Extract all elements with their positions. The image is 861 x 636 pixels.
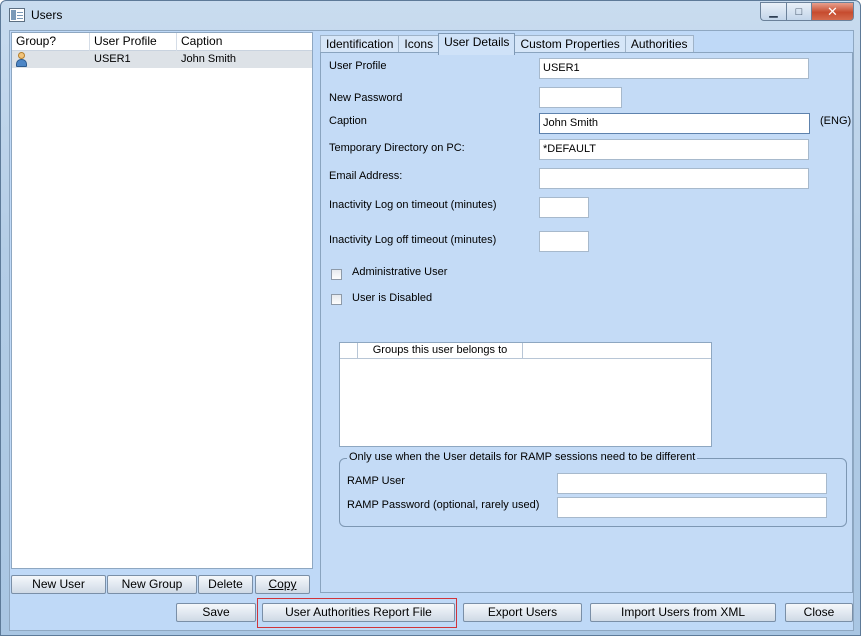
close-icon: ✕ [827, 3, 838, 19]
email-label: Email Address: [329, 170, 403, 182]
client-area: Group? User Profile Caption USER1 John S… [9, 30, 854, 631]
email-field[interactable] [539, 168, 809, 189]
new-user-button[interactable]: New User [11, 575, 106, 594]
logon-timeout-label: Inactivity Log on timeout (minutes) [329, 199, 497, 211]
focus-outline [257, 598, 457, 628]
tab-user-details[interactable]: User Details [438, 33, 516, 55]
export-users-button[interactable]: Export Users [463, 603, 582, 622]
caption-label: Caption [329, 115, 367, 127]
user-details-panel: User Profile USER1 New Password Caption … [320, 52, 853, 593]
copy-button[interactable]: Copy [255, 575, 310, 594]
list-item-profile: USER1 [94, 53, 131, 65]
administrative-user-label: Administrative User [352, 266, 448, 278]
user-list-header: Group? User Profile Caption [12, 33, 312, 51]
user-disabled-label: User is Disabled [352, 292, 433, 304]
user-disabled-checkbox[interactable] [331, 294, 342, 305]
window-app-icon [9, 8, 25, 22]
groups-list[interactable]: Groups this user belongs to [339, 342, 712, 447]
ramp-legend: Only use when the User details for RAMP … [347, 451, 698, 463]
import-users-button[interactable]: Import Users from XML [590, 603, 776, 622]
window-controls: ▁ □ ✕ [760, 2, 854, 21]
tab-strip: Identification Icons User Details Custom… [320, 33, 694, 55]
groups-column-header[interactable]: Groups this user belongs to [358, 343, 523, 358]
close-button[interactable]: Close [785, 603, 853, 622]
temp-directory-field[interactable]: *DEFAULT [539, 139, 809, 160]
logoff-timeout-field[interactable] [539, 231, 589, 252]
ramp-groupbox: Only use when the User details for RAMP … [339, 451, 847, 527]
user-icon [15, 52, 27, 67]
administrative-user-checkbox[interactable] [331, 269, 342, 280]
caption-language: (ENG) [820, 115, 852, 127]
maximize-icon: □ [795, 5, 803, 18]
minimize-icon: ▁ [769, 6, 778, 18]
column-header-caption[interactable]: Caption [177, 33, 312, 51]
user-profile-field[interactable]: USER1 [539, 58, 809, 79]
users-window: Users ▁ □ ✕ Group? User Profile Caption … [0, 0, 861, 636]
ramp-user-field[interactable] [557, 473, 827, 494]
list-item[interactable]: USER1 John Smith [12, 51, 312, 68]
new-group-button[interactable]: New Group [107, 575, 197, 594]
ramp-password-field[interactable] [557, 497, 827, 518]
groups-list-header: Groups this user belongs to [340, 343, 711, 359]
title-bar[interactable]: Users ▁ □ ✕ [1, 1, 860, 30]
minimize-button[interactable]: ▁ [760, 2, 786, 21]
user-profile-label: User Profile [329, 60, 387, 72]
save-button[interactable]: Save [176, 603, 256, 622]
new-password-field[interactable] [539, 87, 622, 108]
column-header-group[interactable]: Group? [12, 33, 90, 51]
close-window-button[interactable]: ✕ [811, 2, 854, 21]
logon-timeout-field[interactable] [539, 197, 589, 218]
new-password-label: New Password [329, 92, 403, 104]
ramp-password-label: RAMP Password (optional, rarely used) [347, 499, 540, 511]
maximize-button[interactable]: □ [786, 2, 811, 21]
column-header-user-profile[interactable]: User Profile [90, 33, 177, 51]
window-title: Users [31, 8, 63, 22]
user-list[interactable]: Group? User Profile Caption USER1 John S… [11, 32, 313, 569]
temp-directory-label: Temporary Directory on PC: [329, 142, 465, 154]
list-item-caption: John Smith [181, 53, 237, 65]
logoff-timeout-label: Inactivity Log off timeout (minutes) [329, 234, 497, 246]
caption-field[interactable]: John Smith [539, 113, 810, 134]
delete-button[interactable]: Delete [198, 575, 253, 594]
ramp-user-label: RAMP User [347, 475, 405, 487]
